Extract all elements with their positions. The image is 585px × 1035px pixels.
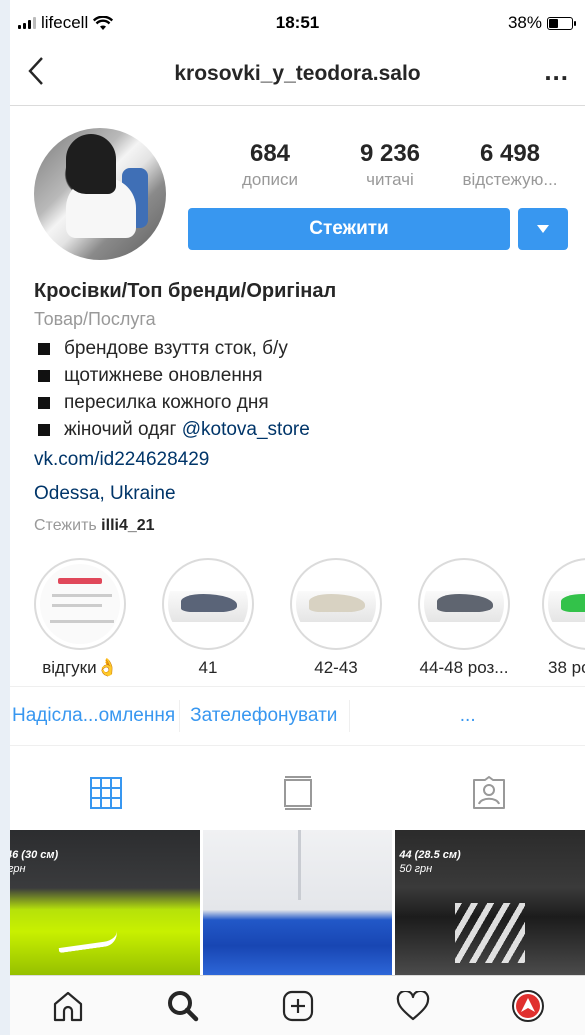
bio-line: жіночий одяг @kotova_store <box>34 419 574 441</box>
story-highlights: відгуки👌 41 42-43 44-48 роз... 38 ро <box>30 558 585 677</box>
profile-tabs <box>10 760 585 826</box>
three-stripes-logo <box>455 903 526 963</box>
battery-icon <box>547 16 576 30</box>
followed-by-user: illi4_21 <box>101 517 155 534</box>
post-caption: 50 грн <box>399 863 433 876</box>
bio-line: пересилка кожного дня <box>34 392 574 414</box>
tab-tagged[interactable] <box>393 760 585 826</box>
new-post-icon[interactable] <box>278 986 318 1026</box>
highlight-item[interactable]: 41 <box>158 558 258 678</box>
profile-category: Товар/Послуга <box>34 309 156 329</box>
square-bullet-icon <box>38 343 50 355</box>
stat-followers[interactable]: 9 236 читачі <box>330 140 450 190</box>
post-thumbnail[interactable]: 46 (30 см) грн <box>10 830 200 975</box>
followers-count: 9 236 <box>359 140 421 167</box>
heart-icon[interactable] <box>393 986 433 1026</box>
grid-icon <box>89 777 122 809</box>
followed-by[interactable]: Стежить illi4_21 <box>34 517 574 535</box>
stat-following[interactable]: 6 498 відстежую... <box>450 140 570 190</box>
tagged-person-icon <box>473 776 506 809</box>
highlight-item[interactable]: 42-43 <box>286 558 386 678</box>
posts-label: дописи <box>241 170 299 189</box>
bio-line: брендове взуття сток, б/у <box>34 338 574 360</box>
post-caption: 44 (28.5 см) <box>399 849 461 861</box>
clock: 18:51 <box>275 13 320 32</box>
profile-name: Кросівки/Топ бренди/Оригінал <box>34 280 337 302</box>
bio-location-link[interactable]: Odessa, Ukraine <box>34 483 574 505</box>
tab-grid[interactable] <box>10 760 202 826</box>
highlight-label: відгуки👌 <box>42 658 118 677</box>
nav-bar: krosovki_y_teodora.salo ... <box>10 46 585 106</box>
following-count: 6 498 <box>479 140 541 167</box>
more-actions-button[interactable]: ... <box>350 700 585 732</box>
following-label: відстежую... <box>462 170 558 189</box>
home-icon[interactable] <box>48 986 88 1026</box>
bottom-tab-bar <box>10 975 585 1035</box>
highlight-label: 41 <box>198 658 218 677</box>
followers-label: читачі <box>366 170 414 189</box>
posts-count: 684 <box>249 140 291 167</box>
post-caption: 46 (30 см) <box>10 849 59 861</box>
more-horizontal-icon[interactable]: ... <box>544 56 569 87</box>
post-thumbnail[interactable]: 44 (28.5 см) 50 грн <box>395 830 585 975</box>
highlight-label: 44-48 роз... <box>419 658 509 677</box>
avatar[interactable] <box>34 128 166 260</box>
profile-username: krosovki_y_teodora.salo <box>174 62 421 85</box>
post-caption: грн <box>10 863 26 876</box>
profile-avatar-icon[interactable] <box>508 986 548 1026</box>
follow-button[interactable]: Стежити <box>188 208 510 250</box>
highlight-item[interactable]: 44-48 роз... <box>414 558 514 678</box>
battery: 38% <box>507 13 576 33</box>
highlight-item[interactable]: 38 ро <box>538 558 585 678</box>
post-thumbnail[interactable] <box>202 830 393 975</box>
bio-mention-link[interactable]: @kotova_store <box>182 419 310 441</box>
status-bar: lifecell 18:51 38% <box>10 0 585 46</box>
send-message-button[interactable]: Надісла...омлення <box>10 700 181 732</box>
bio-line: щотижневе оновлення <box>34 365 574 387</box>
contact-actions: Надісла...омлення Зателефонувати ... <box>10 686 585 746</box>
suggestions-dropdown-button[interactable] <box>518 208 568 250</box>
tab-feed[interactable] <box>202 760 394 826</box>
search-icon[interactable] <box>163 986 203 1026</box>
highlight-item[interactable]: відгуки👌 <box>30 558 130 678</box>
square-bullet-icon <box>38 370 50 382</box>
highlight-label: 38 ро <box>548 658 585 677</box>
profile-stats: 684 дописи 9 236 читачі 6 498 відстежую.… <box>210 140 570 190</box>
bio-website-link[interactable]: vk.com/id224628429 <box>34 449 574 471</box>
post-grid: 46 (30 см) грн 44 (28.5 см) 50 грн <box>10 830 585 975</box>
square-bullet-icon <box>38 424 50 436</box>
highlight-label: 42-43 <box>314 658 358 677</box>
app-frame: lifecell 18:51 38% krosovki_y_teodora.sa… <box>10 0 585 1035</box>
square-bullet-icon <box>38 397 50 409</box>
feed-icon <box>283 776 312 810</box>
swoosh-logo <box>57 930 119 954</box>
battery-percent: 38% <box>507 13 542 32</box>
profile-bio: Кросівки/Топ бренди/Оригінал Товар/Послу… <box>34 280 574 535</box>
call-button[interactable]: Зателефонувати <box>180 700 351 732</box>
caret-down-icon <box>537 225 549 233</box>
stat-posts[interactable]: 684 дописи <box>210 140 330 190</box>
